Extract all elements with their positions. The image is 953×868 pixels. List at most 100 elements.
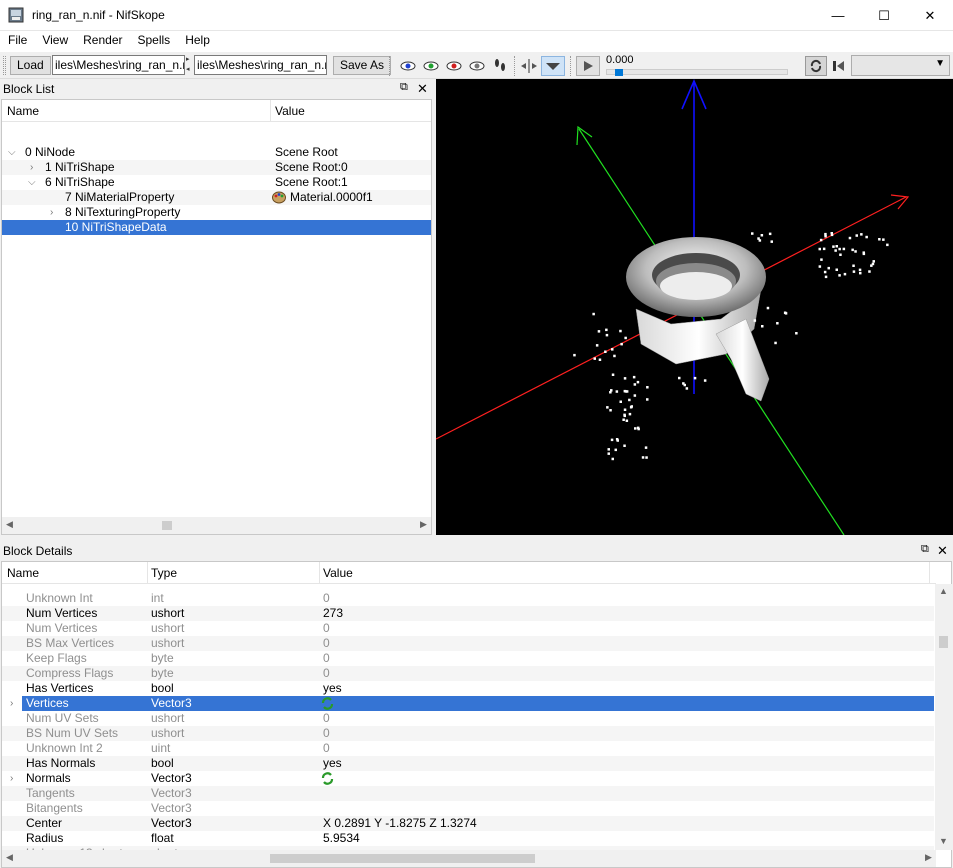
- menu-render[interactable]: Render: [75, 31, 129, 52]
- expanded-chevron-icon[interactable]: ⌵: [28, 175, 36, 190]
- view-blue-eye-icon[interactable]: [398, 56, 418, 76]
- block-details-vscrollbar[interactable]: ▲ ▼: [935, 584, 952, 850]
- particle-point: [818, 265, 822, 268]
- swap-arrows-icon[interactable]: ▸ ◂: [186, 55, 190, 75]
- scroll-thumb[interactable]: [162, 521, 172, 530]
- column-value-header[interactable]: Value: [275, 104, 305, 118]
- play-button[interactable]: [576, 56, 600, 76]
- scroll-left-icon[interactable]: ◀: [6, 852, 13, 863]
- flip-axis-icon[interactable]: [519, 56, 539, 76]
- tree-row[interactable]: ⌵ 6 NiTriShape Scene Root:1: [2, 175, 431, 190]
- particle-point: [795, 332, 798, 335]
- sequence-dropdown[interactable]: ▼: [851, 55, 950, 76]
- block-list-hscrollbar[interactable]: ◀ ▶: [2, 517, 431, 534]
- detail-type: Vector3: [151, 816, 192, 830]
- toolbar: Load iles\Meshes\ring_ran_n.nif ▸ ◂ iles\…: [0, 52, 953, 79]
- close-panel-icon[interactable]: ✕: [937, 543, 948, 559]
- close-panel-icon[interactable]: ✕: [417, 81, 428, 97]
- detail-value: X 0.2891 Y -1.8275 Z 1.3274: [323, 816, 477, 830]
- save-as-button[interactable]: Save As: [333, 56, 392, 75]
- menu-view[interactable]: View: [34, 31, 75, 52]
- block-details-hscrollbar[interactable]: ◀ ▶: [2, 850, 936, 867]
- detail-row[interactable]: Keep Flags byte 0: [2, 651, 934, 666]
- loop-icon[interactable]: [805, 56, 827, 76]
- detail-row[interactable]: BS Num UV Sets ushort 0: [2, 726, 934, 741]
- load-button[interactable]: Load: [10, 56, 51, 75]
- tree-row-selected[interactable]: 10 NiTriShapeData: [2, 220, 431, 235]
- detail-row[interactable]: Unknown Int 2 uint 0: [2, 741, 934, 756]
- detail-row[interactable]: Tangents Vector3: [2, 786, 934, 801]
- time-slider-handle[interactable]: [615, 69, 623, 76]
- scroll-left-icon[interactable]: ◀: [6, 519, 13, 530]
- scroll-thumb[interactable]: [270, 854, 535, 863]
- view-down-icon[interactable]: [541, 56, 565, 76]
- collapsed-chevron-icon[interactable]: ›: [50, 205, 53, 220]
- toolbar-grip[interactable]: [3, 56, 6, 75]
- tree-row[interactable]: 7 NiMaterialProperty Material.0000f1: [2, 190, 431, 205]
- scroll-right-icon[interactable]: ▶: [420, 519, 427, 530]
- particle-point: [622, 418, 625, 421]
- detail-row[interactable]: Compress Flags byte 0: [2, 666, 934, 681]
- save-path-field[interactable]: iles\Meshes\ring_ran_n.nif: [194, 55, 327, 75]
- menu-help[interactable]: Help: [177, 31, 217, 52]
- block-list-panel: Block List ⧉ ✕ Name Value ⌵ 0 NiNode Sce…: [0, 79, 433, 537]
- tree-row[interactable]: ⌵ 0 NiNode Scene Root: [2, 145, 431, 160]
- view-grey-eye-icon[interactable]: [467, 56, 487, 76]
- detail-row[interactable]: Has Vertices bool yes: [2, 681, 934, 696]
- collapsed-chevron-icon[interactable]: ›: [10, 771, 13, 786]
- detail-row[interactable]: Bitangents Vector3: [2, 801, 934, 816]
- maximize-button[interactable]: ☐: [861, 0, 907, 31]
- particle-point: [842, 247, 846, 251]
- particle-point: [818, 247, 821, 251]
- expanded-chevron-icon[interactable]: ⌵: [8, 145, 16, 160]
- scroll-up-icon[interactable]: ▲: [939, 586, 948, 596]
- detail-row[interactable]: Num Vertices ushort 273: [2, 606, 934, 621]
- detail-row[interactable]: BS Max Vertices ushort 0: [2, 636, 934, 651]
- particle-point: [784, 312, 788, 315]
- particle-point: [610, 438, 614, 442]
- walk-footprints-icon[interactable]: [490, 56, 510, 76]
- view-red-eye-icon[interactable]: [444, 56, 464, 76]
- detail-row-selected[interactable]: › Vertices Vector3: [10, 696, 934, 711]
- menu-bar: File View Render Spells Help: [0, 31, 953, 52]
- detail-value: yes: [323, 681, 342, 695]
- detail-row[interactable]: Unknown Int int 0: [2, 591, 934, 606]
- load-path-field[interactable]: iles\Meshes\ring_ran_n.nif: [52, 55, 185, 75]
- render-viewport[interactable]: [436, 79, 953, 535]
- close-button[interactable]: ✕: [907, 0, 953, 31]
- column-name-header[interactable]: Name: [7, 104, 39, 118]
- scroll-thumb[interactable]: [939, 636, 948, 648]
- menu-spells[interactable]: Spells: [130, 31, 178, 52]
- detail-name: Has Normals: [26, 756, 96, 770]
- detail-row[interactable]: Num Vertices ushort 0: [2, 621, 934, 636]
- float-panel-icon[interactable]: ⧉: [921, 543, 929, 556]
- column-value-header[interactable]: Value: [323, 566, 353, 580]
- view-green-eye-icon[interactable]: [421, 56, 441, 76]
- particle-point: [819, 238, 823, 242]
- tree-row[interactable]: › 1 NiTriShape Scene Root:0: [2, 160, 431, 175]
- particle-point: [852, 270, 856, 273]
- title-bar: ring_ran_n.nif - NifSkope — ☐ ✕: [0, 0, 953, 31]
- particle-point: [598, 358, 602, 361]
- collapsed-chevron-icon[interactable]: ›: [10, 696, 13, 711]
- minimize-button[interactable]: —: [815, 0, 861, 31]
- collapsed-chevron-icon[interactable]: ›: [30, 160, 33, 175]
- minimize-icon: —: [831, 8, 845, 23]
- detail-name: Tangents: [26, 786, 75, 800]
- detail-row[interactable]: Has Normals bool yes: [2, 756, 934, 771]
- switch-sequence-icon[interactable]: [828, 56, 850, 76]
- detail-row[interactable]: Center Vector3 X 0.2891 Y -1.8275 Z 1.3274: [2, 816, 934, 831]
- detail-row[interactable]: Num UV Sets ushort 0: [2, 711, 934, 726]
- tree-row[interactable]: › 8 NiTexturingProperty: [2, 205, 431, 220]
- particle-point: [770, 240, 773, 243]
- menu-file[interactable]: File: [0, 31, 34, 52]
- time-slider[interactable]: [606, 69, 788, 76]
- scroll-down-icon[interactable]: ▼: [939, 836, 948, 846]
- column-name-header[interactable]: Name: [7, 566, 39, 580]
- scroll-right-icon[interactable]: ▶: [925, 852, 932, 863]
- column-type-header[interactable]: Type: [151, 566, 177, 580]
- detail-row[interactable]: › Normals Vector3: [2, 771, 934, 786]
- float-panel-icon[interactable]: ⧉: [400, 81, 408, 94]
- particle-point: [628, 412, 632, 416]
- detail-row[interactable]: Radius float 5.9534: [2, 831, 934, 846]
